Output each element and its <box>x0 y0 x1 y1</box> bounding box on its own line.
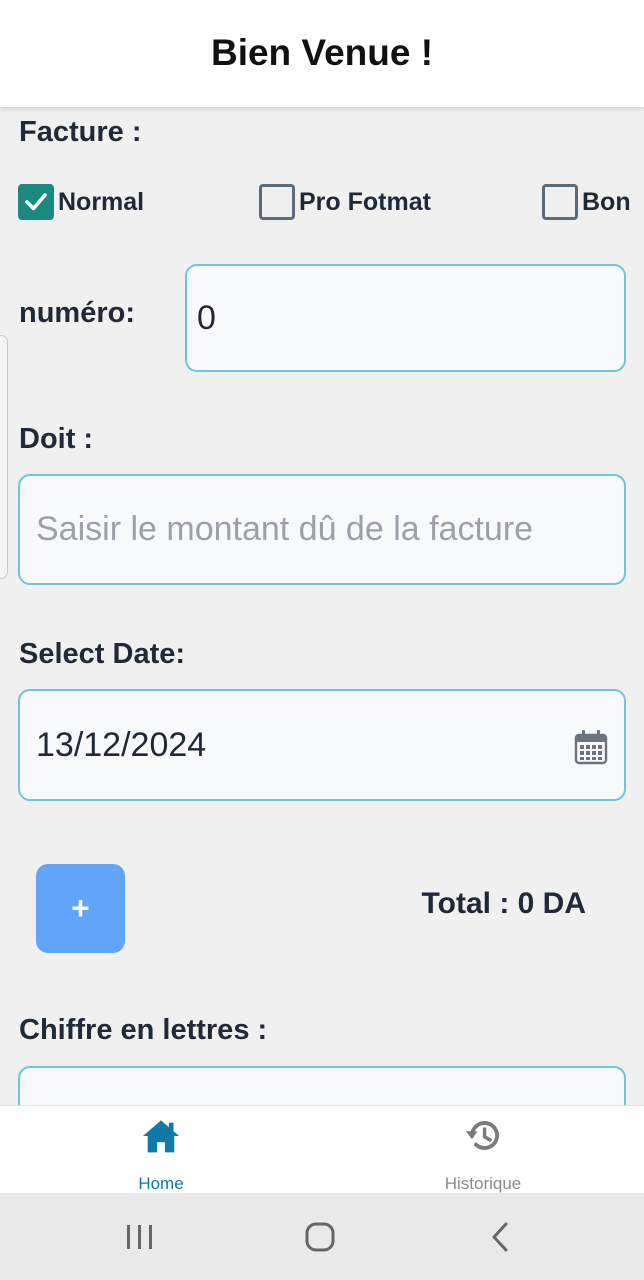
side-drawer-handle[interactable] <box>0 335 8 579</box>
checkbox-unchecked[interactable] <box>542 184 578 220</box>
recent-apps-icon <box>127 1224 152 1249</box>
total-text: Total : 0 DA <box>421 887 586 920</box>
checkbox-pro-format[interactable]: Pro Fotmat <box>259 184 431 220</box>
checkbox-checked[interactable] <box>18 184 54 220</box>
back-icon <box>492 1222 508 1251</box>
app-header: Bien Venue ! <box>0 0 644 107</box>
date-input[interactable]: 13/12/2024 <box>18 689 626 801</box>
history-icon <box>465 1121 500 1150</box>
doit-input[interactable]: Saisir le montant dû de la facture <box>18 474 626 585</box>
checkbox-pro-format-label: Pro Fotmat <box>299 187 431 216</box>
form-content[interactable]: Facture : Normal Pro Fotmat Bon numéro: … <box>0 107 644 1105</box>
add-button[interactable]: + <box>36 864 125 953</box>
bottom-tab-bar: Home Historique <box>0 1105 644 1193</box>
checkbox-unchecked[interactable] <box>259 184 295 220</box>
checkbox-bon[interactable]: Bon <box>542 184 631 220</box>
doit-label: Doit : <box>19 423 94 455</box>
numero-value: 0 <box>197 298 216 337</box>
date-label: Select Date: <box>19 638 186 670</box>
lettres-input[interactable] <box>18 1066 626 1105</box>
numero-label: numéro: <box>19 297 135 329</box>
checkbox-normal-label: Normal <box>58 187 145 216</box>
numero-input[interactable]: 0 <box>185 264 626 372</box>
facture-label: Facture : <box>19 116 142 148</box>
page-title: Bien Venue ! <box>210 31 434 73</box>
back-button[interactable] <box>470 1193 530 1280</box>
lettres-label: Chiffre en lettres : <box>19 1014 268 1046</box>
checkbox-normal[interactable]: Normal <box>18 184 144 220</box>
tab-historique[interactable]: Historique <box>383 1106 583 1194</box>
system-home-button[interactable] <box>290 1193 350 1280</box>
recent-apps-button[interactable] <box>110 1193 170 1280</box>
home-circle-icon <box>305 1222 335 1251</box>
doit-placeholder: Saisir le montant dû de la facture <box>36 510 534 548</box>
checkmark-icon <box>25 193 47 211</box>
calendar-icon[interactable] <box>574 729 608 765</box>
checkbox-bon-label: Bon <box>582 187 631 216</box>
system-nav-bar <box>0 1193 644 1280</box>
date-value: 13/12/2024 <box>36 725 207 764</box>
tab-home-label: Home <box>138 1174 184 1193</box>
tab-home[interactable]: Home <box>61 1106 261 1194</box>
app-screen: Bien Venue ! Facture : Normal Pro Fotmat… <box>0 0 644 1280</box>
tab-historique-label: Historique <box>444 1174 522 1193</box>
home-icon <box>143 1120 179 1153</box>
